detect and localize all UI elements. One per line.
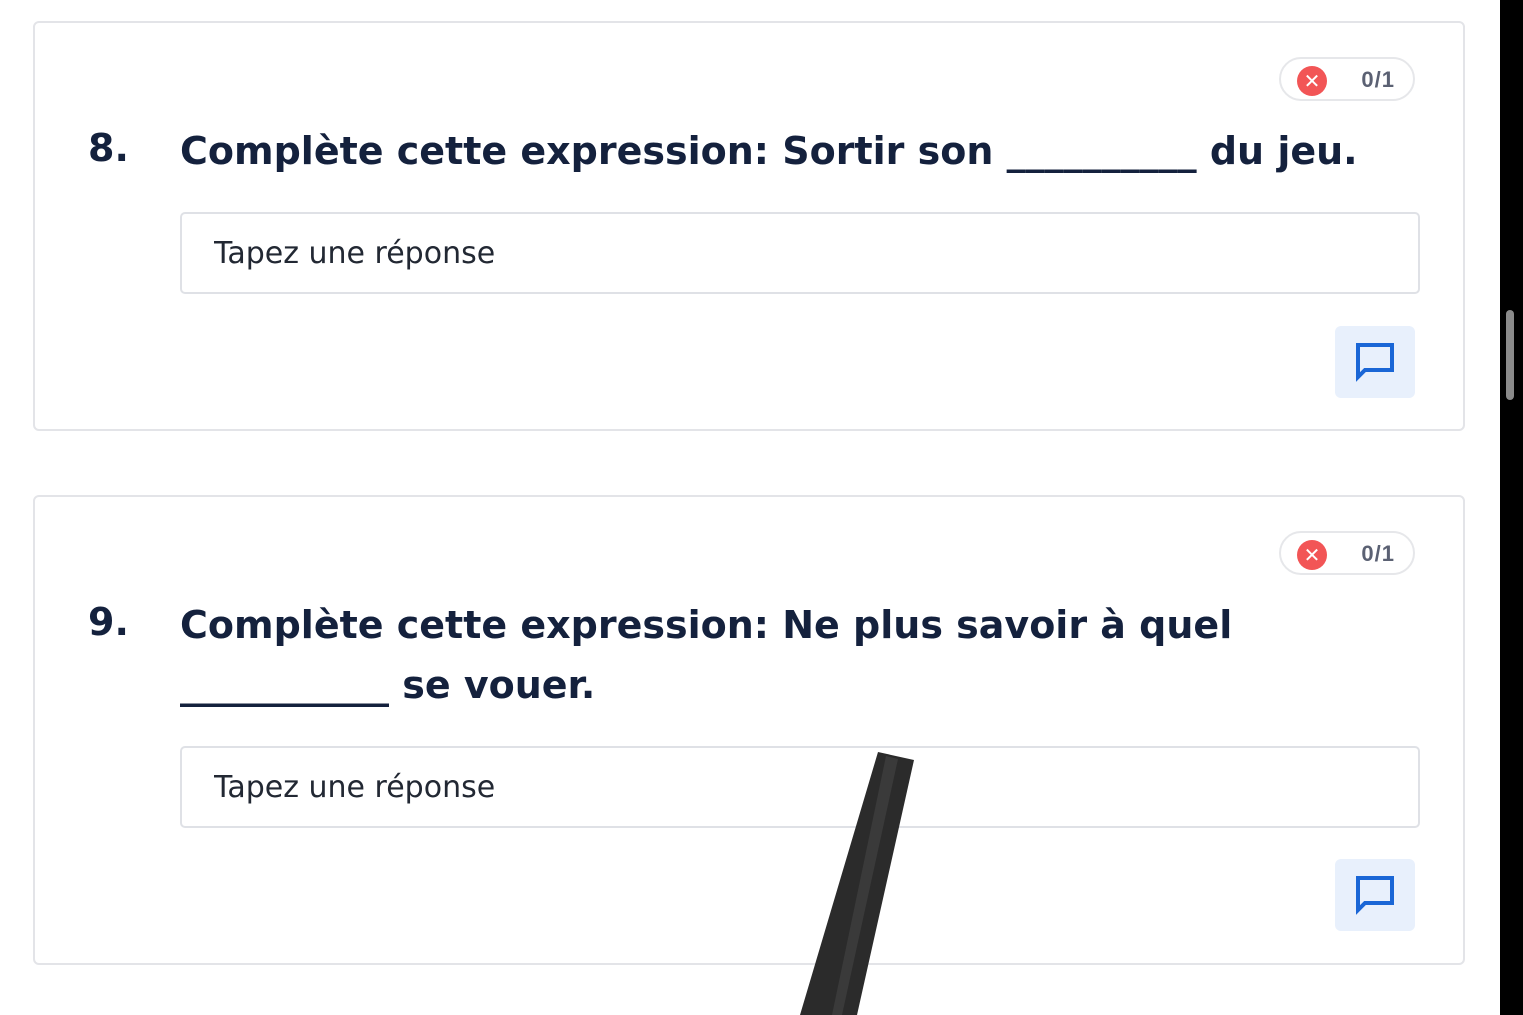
question-card: ✕ 0/1 9. Complète cette expression: Ne p… <box>33 495 1465 965</box>
answer-input[interactable] <box>180 212 1420 294</box>
question-text: Complète cette expression: Sortir son __… <box>180 129 1358 173</box>
scrollbar-thumb[interactable] <box>1506 310 1514 400</box>
x-icon: ✕ <box>1297 66 1327 96</box>
quiz-review-page: ✕ 0/1 8. Complète cette expression: Sort… <box>0 0 1500 1015</box>
question-number: 9. <box>88 600 129 644</box>
score-text: 0/1 <box>1361 67 1395 92</box>
answer-input[interactable] <box>180 746 1420 828</box>
comment-icon <box>1356 876 1394 915</box>
scrollbar-track[interactable] <box>1500 0 1523 1015</box>
question-text: Complète cette expression: Ne plus savoi… <box>180 603 1233 707</box>
comment-button[interactable] <box>1335 859 1415 931</box>
score-badge: ✕ 0/1 <box>1279 57 1415 101</box>
score-text: 0/1 <box>1361 541 1395 566</box>
question-card: ✕ 0/1 8. Complète cette expression: Sort… <box>33 21 1465 431</box>
comment-icon <box>1356 343 1394 382</box>
question-number: 8. <box>88 126 129 170</box>
comment-button[interactable] <box>1335 326 1415 398</box>
x-icon: ✕ <box>1297 540 1327 570</box>
score-badge: ✕ 0/1 <box>1279 531 1415 575</box>
